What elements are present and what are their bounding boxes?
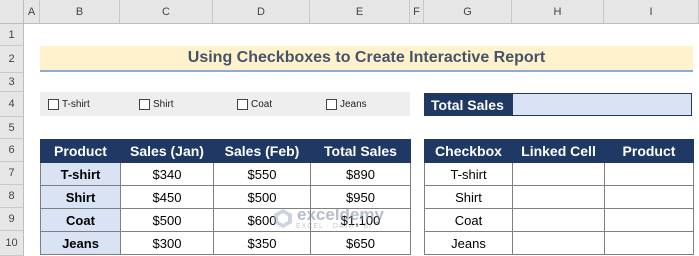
product-result-cell[interactable]	[604, 162, 694, 186]
table-header-row: Product Sales (Jan) Sales (Feb) Total Sa…	[40, 139, 411, 163]
header-checkbox[interactable]: Checkbox	[424, 139, 513, 163]
checkbox-box-icon[interactable]	[326, 98, 337, 110]
column-header-a[interactable]: A	[24, 0, 40, 24]
linked-cell[interactable]	[512, 231, 605, 255]
sales-table: Product Sales (Jan) Sales (Feb) Total Sa…	[40, 139, 411, 255]
product-result-cell[interactable]	[604, 231, 694, 255]
row-header-9[interactable]: 9	[0, 208, 24, 231]
product-cell[interactable]: T-shirt	[40, 162, 121, 186]
checkbox-name-cell[interactable]: T-shirt	[424, 162, 513, 186]
report-title: Using Checkboxes to Create Interactive R…	[40, 46, 693, 72]
table-row: Shirt	[424, 185, 694, 209]
row-header-4[interactable]: 4	[0, 92, 24, 117]
linked-cell[interactable]	[512, 185, 605, 209]
product-cell[interactable]: Coat	[40, 208, 121, 232]
column-header-h[interactable]: H	[512, 0, 604, 24]
table-row: Jeans $300 $350 $650	[40, 231, 411, 255]
select-all-corner[interactable]	[0, 0, 24, 24]
product-result-cell[interactable]	[604, 185, 694, 209]
header-total-sales[interactable]: Total Sales	[310, 139, 411, 163]
header-product[interactable]: Product	[604, 139, 694, 163]
total-sales-label: Total Sales	[424, 93, 512, 116]
row-header-7[interactable]: 7	[0, 162, 24, 185]
checkbox-name-cell[interactable]: Shirt	[424, 185, 513, 209]
sales-feb-cell[interactable]: $550	[213, 162, 311, 186]
table-row: T-shirt	[424, 162, 694, 186]
row-header-10[interactable]: 10	[0, 231, 24, 256]
header-sales-jan[interactable]: Sales (Jan)	[120, 139, 214, 163]
product-result-cell[interactable]	[604, 208, 694, 232]
linked-cell-table: Checkbox Linked Cell Product T-shirt Shi…	[424, 139, 694, 255]
product-cell[interactable]: Shirt	[40, 185, 121, 209]
table-header-row: Checkbox Linked Cell Product	[424, 139, 694, 163]
checkbox-label: T-shirt	[62, 98, 90, 110]
table-row: Shirt $450 $500 $950	[40, 185, 411, 209]
checkbox-label: Coat	[251, 98, 273, 110]
header-linked-cell[interactable]: Linked Cell	[512, 139, 605, 163]
total-sales-cell[interactable]: $890	[310, 162, 411, 186]
column-header-b[interactable]: B	[40, 0, 120, 24]
row-header-6[interactable]: 6	[0, 139, 24, 162]
total-sales-value-cell[interactable]	[512, 93, 692, 116]
row-header-8[interactable]: 8	[0, 185, 24, 208]
product-cell[interactable]: Jeans	[40, 231, 121, 255]
column-header-c[interactable]: C	[120, 0, 213, 24]
total-sales-cell[interactable]: $950	[310, 185, 411, 209]
row-header-2[interactable]: 2	[0, 46, 24, 73]
checkbox-box-icon[interactable]	[237, 98, 248, 110]
table-row: Coat	[424, 208, 694, 232]
sales-jan-cell[interactable]: $300	[120, 231, 214, 255]
table-row: Coat $500 $600 $1,100	[40, 208, 411, 232]
checkbox-tshirt[interactable]: T-shirt	[48, 96, 90, 112]
sales-feb-cell[interactable]: $500	[213, 185, 311, 209]
column-header-f[interactable]: F	[410, 0, 424, 24]
column-header-e[interactable]: E	[310, 0, 410, 24]
sales-feb-cell[interactable]: $600	[213, 208, 311, 232]
checkbox-name-cell[interactable]: Jeans	[424, 231, 513, 255]
checkbox-label: Jeans	[340, 98, 367, 110]
checkbox-label: Shirt	[153, 98, 174, 110]
column-header-i[interactable]: I	[604, 0, 699, 24]
table-row: Jeans	[424, 231, 694, 255]
header-product[interactable]: Product	[40, 139, 121, 163]
sales-jan-cell[interactable]: $450	[120, 185, 214, 209]
sales-jan-cell[interactable]: $340	[120, 162, 214, 186]
row-header-5[interactable]: 5	[0, 117, 24, 139]
checkbox-name-cell[interactable]: Coat	[424, 208, 513, 232]
row-header-1[interactable]: 1	[0, 24, 24, 46]
sales-feb-cell[interactable]: $350	[213, 231, 311, 255]
column-header-g[interactable]: G	[424, 0, 512, 24]
checkbox-shirt[interactable]: Shirt	[139, 96, 174, 112]
linked-cell[interactable]	[512, 208, 605, 232]
table-row: T-shirt $340 $550 $890	[40, 162, 411, 186]
checkbox-box-icon[interactable]	[48, 98, 59, 110]
linked-cell[interactable]	[512, 162, 605, 186]
column-header-d[interactable]: D	[213, 0, 310, 24]
total-sales-cell[interactable]: $1,100	[310, 208, 411, 232]
checkbox-jeans[interactable]: Jeans	[326, 96, 367, 112]
total-sales-cell[interactable]: $650	[310, 231, 411, 255]
checkbox-box-icon[interactable]	[139, 98, 150, 110]
header-sales-feb[interactable]: Sales (Feb)	[213, 139, 311, 163]
sales-jan-cell[interactable]: $500	[120, 208, 214, 232]
checkbox-coat[interactable]: Coat	[237, 96, 272, 112]
row-header-3[interactable]: 3	[0, 73, 24, 92]
